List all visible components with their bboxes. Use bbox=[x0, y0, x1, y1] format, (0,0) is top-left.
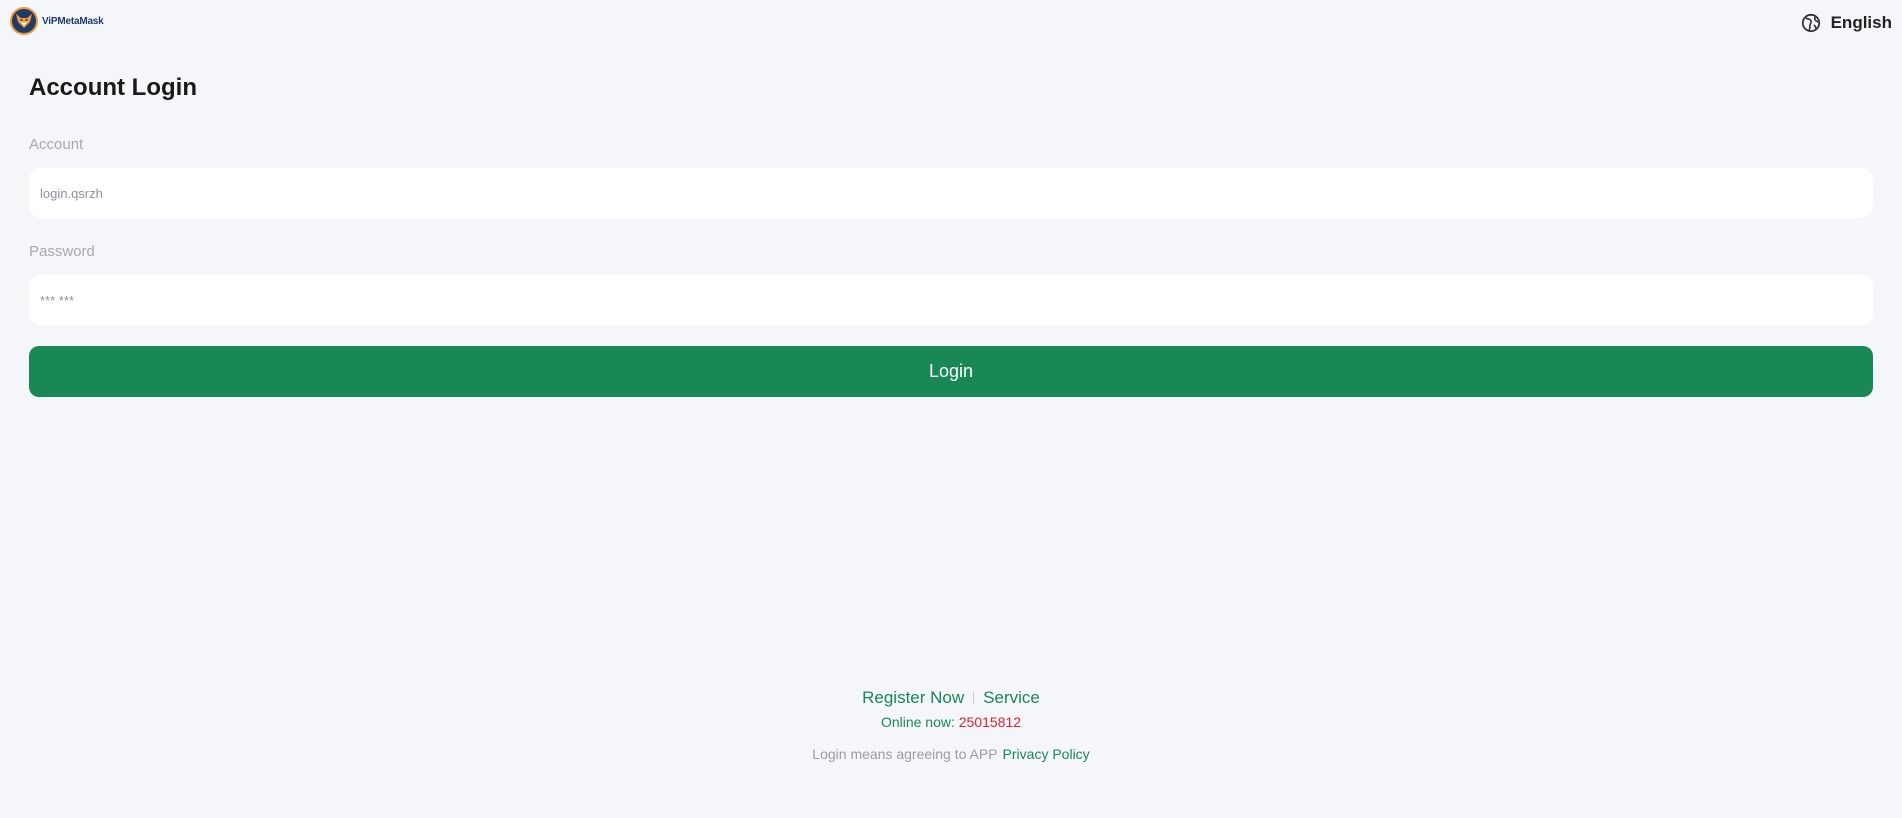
privacy-policy-link[interactable]: Privacy Policy bbox=[1003, 746, 1090, 762]
online-count: 25015812 bbox=[958, 714, 1022, 730]
language-selector[interactable]: English bbox=[1801, 12, 1892, 34]
password-input[interactable] bbox=[29, 275, 1873, 325]
brand-name: ViPMetaMask bbox=[42, 15, 104, 27]
account-label: Account bbox=[29, 136, 84, 153]
fox-logo-icon bbox=[10, 7, 38, 35]
online-status: Online now: 25015812 bbox=[0, 714, 1902, 730]
language-label: English bbox=[1830, 13, 1892, 32]
online-label: Online now: bbox=[880, 714, 955, 730]
account-input[interactable] bbox=[29, 168, 1873, 218]
service-link[interactable]: Service bbox=[983, 688, 1040, 708]
agreement-text: Login means agreeing to APP bbox=[812, 746, 998, 762]
register-now-link[interactable]: Register Now bbox=[862, 688, 964, 708]
brand-logo-link[interactable]: ViPMetaMask bbox=[10, 7, 104, 35]
password-label: Password bbox=[29, 243, 95, 260]
header: ViPMetaMask English bbox=[0, 0, 1902, 44]
footer-links: Register Now Service bbox=[0, 688, 1902, 708]
agreement-notice: Login means agreeing to APP Privacy Polic… bbox=[0, 746, 1902, 762]
login-button[interactable]: Login bbox=[29, 346, 1873, 397]
link-divider bbox=[973, 692, 975, 704]
account-field-wrapper bbox=[29, 168, 1873, 218]
login-page: ViPMetaMask English Account Login Accoun… bbox=[0, 0, 1902, 818]
page-title: Account Login bbox=[29, 74, 197, 101]
password-field-wrapper bbox=[29, 275, 1873, 325]
globe-icon bbox=[1801, 13, 1821, 33]
